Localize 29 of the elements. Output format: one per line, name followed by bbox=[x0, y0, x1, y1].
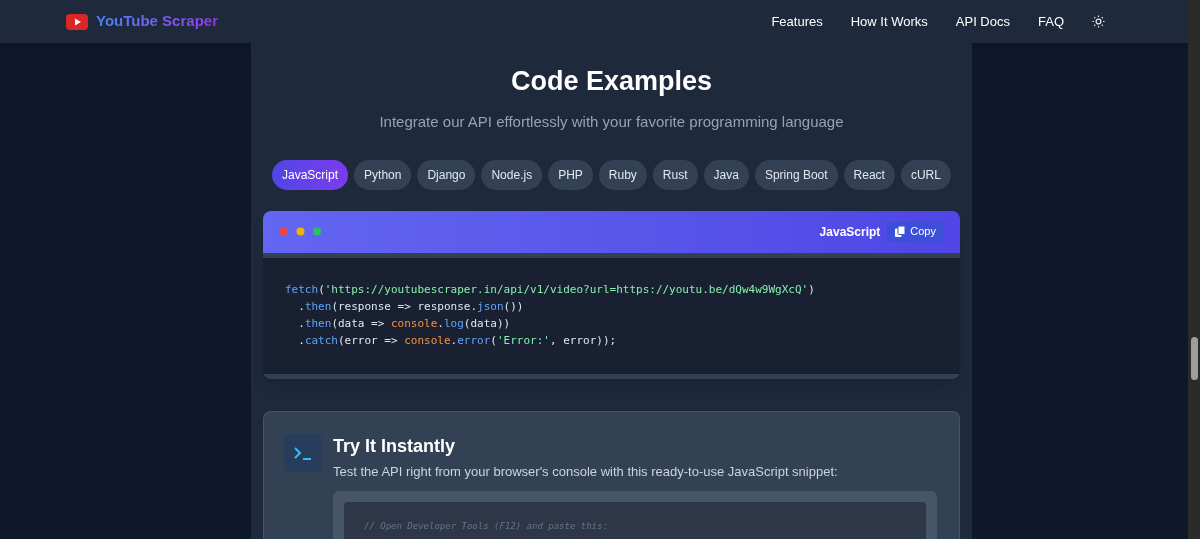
language-label: JavaScript bbox=[819, 223, 881, 241]
window-dots-icon bbox=[279, 227, 321, 236]
section-title: Code Examples bbox=[510, 65, 713, 97]
terminal-icon bbox=[284, 433, 322, 472]
nav-link[interactable]: How It Works bbox=[850, 11, 928, 32]
nav-link[interactable]: API Docs bbox=[955, 11, 1010, 32]
copy-icon bbox=[895, 226, 906, 237]
language-tab[interactable]: Spring Boot bbox=[754, 159, 838, 190]
card-title: Try It Instantly bbox=[333, 434, 457, 458]
language-tab[interactable]: Ruby bbox=[598, 159, 647, 190]
scrollbar-thumb[interactable] bbox=[1190, 337, 1198, 380]
copy-button[interactable]: Copy bbox=[887, 221, 944, 242]
card-description: Test the API right from your browser's console with this ready-to-use JavaScript snippet: bbox=[333, 462, 839, 481]
language-tab[interactable]: Rust bbox=[652, 159, 698, 190]
code-comment: // Open Developer Tools (F12) and paste this: bbox=[364, 520, 609, 532]
language-tab[interactable]: JavaScript bbox=[272, 159, 349, 190]
theme-toggle-sun-icon[interactable] bbox=[1092, 15, 1105, 28]
nav-link[interactable]: Features bbox=[771, 11, 823, 32]
language-tab[interactable]: React bbox=[843, 159, 895, 190]
language-tab[interactable]: Java bbox=[703, 159, 749, 190]
language-tab[interactable]: PHP bbox=[548, 159, 593, 190]
section-subtitle: Integrate our API effortlessly with your favorite programming language bbox=[379, 112, 844, 132]
language-tab[interactable]: Python bbox=[354, 159, 412, 190]
code-text: fetch('https://youtubescraper.in/api/v1/video?url=https://youtu.be/dQw4w9WgXcQ') .then(response => response.json()) .then(data => console.log(data)) .catch(error => console.error('Error:', error)); bbox=[284, 281, 816, 349]
language-tab[interactable]: Django bbox=[417, 159, 476, 190]
play-logo-icon bbox=[66, 13, 88, 30]
language-tab[interactable]: cURL bbox=[900, 159, 951, 190]
nav-link[interactable]: FAQ bbox=[1038, 11, 1064, 32]
language-tab[interactable]: Node.js bbox=[481, 159, 543, 190]
